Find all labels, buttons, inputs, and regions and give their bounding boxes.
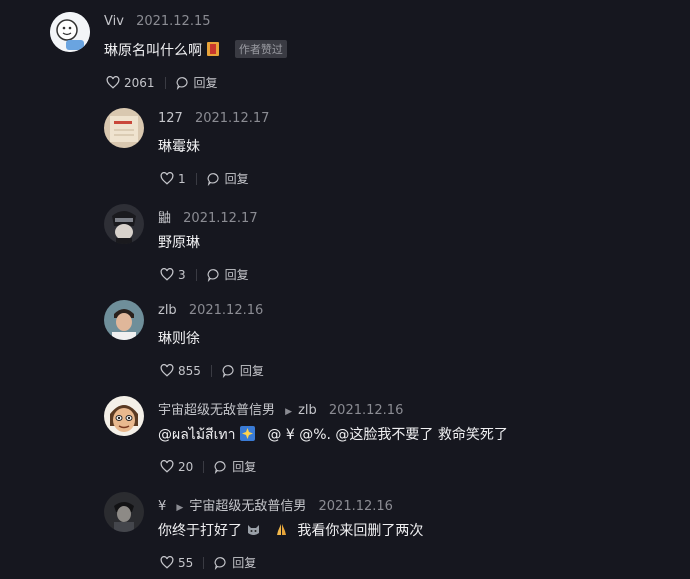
reply-button[interactable]: 回复 [176, 74, 218, 91]
comment-date: 2021.12.17 [183, 211, 258, 226]
divider [164, 76, 166, 89]
comment-date: 2021.12.15 [136, 14, 211, 29]
comment-text: 琳原名叫什么啊 [104, 43, 202, 59]
heart-icon [160, 172, 174, 185]
emoji-icon [206, 41, 220, 61]
reply-button[interactable]: 回复 [222, 362, 264, 379]
comment-text: 你终于打好了 [158, 523, 242, 539]
reply-label: 回复 [239, 364, 264, 378]
comment-text: 野原琳 [158, 235, 200, 251]
like-button[interactable]: 1 [160, 172, 186, 186]
reply-button[interactable]: 回复 [214, 458, 256, 475]
heart-icon [160, 364, 174, 377]
comment-date: 2021.12.16 [188, 303, 264, 318]
reply-button[interactable]: 回复 [207, 266, 249, 283]
reply-arrow-icon: ▶ [285, 407, 293, 417]
comment-text: 琳霉妹 [158, 139, 200, 155]
reply-button[interactable]: 回复 [214, 554, 256, 571]
reply-label: 回复 [193, 76, 218, 90]
comment-author[interactable]: ¥ [158, 499, 166, 514]
heart-icon [160, 268, 174, 281]
like-count: 20 [178, 459, 194, 474]
like-count: 1 [178, 171, 186, 186]
reply-label: 回复 [232, 556, 257, 570]
reply-label: 回复 [224, 172, 249, 186]
comment-bubble-icon [207, 268, 219, 282]
comment-bubble-icon [214, 460, 226, 474]
sparkle-icon [239, 426, 255, 445]
like-button[interactable]: 855 [160, 364, 201, 378]
comment-text: @ ¥ @%. @这脸我不要了 救命笑死了 [267, 427, 508, 443]
comment-author[interactable]: Viv [104, 14, 124, 29]
divider [210, 364, 212, 377]
avatar[interactable] [104, 492, 144, 532]
comment-bubble-icon [176, 76, 188, 90]
reply-button[interactable]: 回复 [207, 170, 249, 187]
like-button[interactable]: 55 [160, 556, 193, 570]
avatar[interactable] [104, 108, 144, 148]
comment-author[interactable]: zlb [158, 303, 177, 318]
reply-label: 回复 [224, 268, 249, 282]
cat-face-icon [246, 522, 261, 541]
reply-to-author[interactable]: 宇宙超级无敌普信男 [189, 499, 306, 514]
divider [195, 172, 197, 185]
reply-to-author[interactable]: zlb [298, 403, 317, 418]
divider [195, 268, 197, 281]
like-count: 855 [178, 363, 201, 378]
comment-bubble-icon [214, 556, 226, 570]
comment-author[interactable]: 鼬 [158, 211, 171, 226]
heart-icon [106, 76, 120, 89]
mention-text[interactable]: @ผลไม้สีเทา [158, 427, 235, 443]
like-count: 55 [178, 555, 194, 570]
avatar[interactable] [104, 396, 144, 436]
comment-author[interactable]: 宇宙超级无敌普信男 [158, 403, 275, 418]
praying-hands-icon [274, 522, 289, 541]
comment-date: 2021.12.17 [194, 111, 270, 126]
like-button[interactable]: 2061 [106, 76, 155, 90]
like-count: 2061 [124, 75, 155, 90]
avatar[interactable] [104, 300, 144, 340]
comment-bubble-icon [207, 172, 219, 186]
avatar[interactable] [104, 204, 144, 244]
comment-bubble-icon [222, 364, 234, 378]
reply-arrow-icon: ▶ [176, 503, 184, 513]
comment-author[interactable]: 127 [158, 111, 183, 126]
reply-label: 回复 [232, 460, 257, 474]
comment-date: 2021.12.16 [318, 499, 393, 514]
comment-date: 2021.12.16 [328, 403, 404, 418]
avatar[interactable] [50, 12, 90, 52]
divider [203, 460, 205, 473]
author-liked-badge: 作者赞过 [234, 40, 287, 58]
heart-icon [160, 460, 174, 473]
like-count: 3 [178, 267, 186, 282]
heart-icon [160, 556, 174, 569]
divider [203, 556, 205, 569]
comment-text: 琳则徐 [158, 331, 200, 347]
like-button[interactable]: 20 [160, 460, 193, 474]
like-button[interactable]: 3 [160, 268, 186, 282]
comment-text-secondary: 我看你来回删了两次 [297, 523, 424, 539]
